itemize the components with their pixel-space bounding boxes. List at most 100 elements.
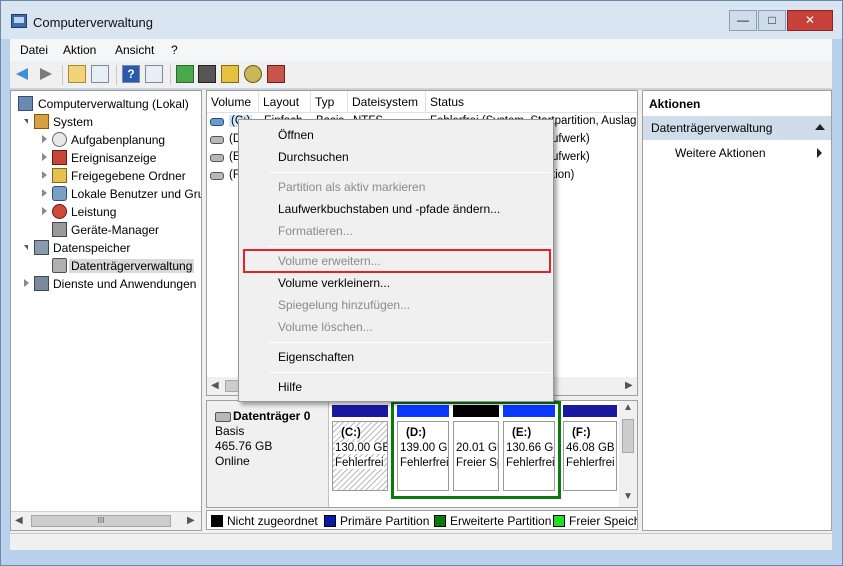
scrollbar-thumb[interactable]: III: [31, 515, 171, 527]
partition-c[interactable]: (C:) 130.00 GB Fehlerfrei: [332, 401, 388, 499]
tree-item-datentraegerverwaltung[interactable]: Datenträgerverwaltung: [42, 257, 201, 275]
menu-item-change-drive-letter[interactable]: Laufwerkbuchstaben und -pfade ändern...: [241, 198, 551, 220]
tree-item-system[interactable]: System: [24, 113, 201, 131]
actions-section-header[interactable]: Datenträgerverwaltung: [643, 116, 831, 140]
maximize-button[interactable]: □: [758, 10, 786, 31]
tree-item-ereignisanzeige[interactable]: Ereignisanzeige: [42, 149, 201, 167]
open-folder-icon[interactable]: [221, 65, 239, 83]
scroll-up-icon[interactable]: ▲: [623, 402, 633, 413]
column-status[interactable]: Status: [426, 91, 637, 113]
volume-status: ufwerk): [552, 151, 590, 163]
collapse-arrow-icon[interactable]: [24, 245, 28, 250]
column-dateisystem[interactable]: Dateisystem: [348, 91, 426, 113]
partition-free-space[interactable]: 20.01 GB Freier Speicher: [453, 401, 499, 499]
back-arrow-icon[interactable]: [14, 65, 32, 83]
volume-status: tion): [552, 169, 575, 181]
partition-e[interactable]: (E:) 130.66 GB Fehlerfrei: [503, 401, 555, 499]
tree-item-lokale-benutzer[interactable]: Lokale Benutzer und Gruppen: [42, 185, 201, 203]
partition-status: Fehlerfrei: [566, 457, 615, 469]
tree-item-dienste[interactable]: Dienste und Anwendungen: [24, 275, 201, 293]
partition-d[interactable]: (D:) 139.00 GB Fehlerfrei: [397, 401, 449, 499]
expand-arrow-icon[interactable]: [42, 153, 47, 161]
legend-swatch: [553, 515, 565, 527]
menu-ansicht[interactable]: Ansicht: [115, 43, 154, 57]
menu-item-oeffnen[interactable]: Öffnen: [241, 124, 551, 146]
menu-item-properties[interactable]: Eigenschaften: [241, 346, 551, 368]
toolbar-separator: [116, 65, 117, 85]
menu-separator: [269, 172, 551, 173]
partition-body: (D:) 139.00 GB Fehlerfrei: [397, 421, 449, 491]
menu-datei[interactable]: Datei: [20, 43, 48, 57]
collapse-up-icon[interactable]: [815, 124, 825, 130]
tree-item-geraete-manager[interactable]: Geräte-Manager: [42, 221, 201, 239]
tree-item-datenspeicher[interactable]: Datenspeicher: [24, 239, 201, 257]
refresh-icon[interactable]: [176, 65, 194, 83]
disk-info[interactable]: Datenträger 0 Basis 465.76 GB Online: [207, 401, 329, 507]
menu-help[interactable]: ?: [171, 43, 178, 57]
expand-arrow-icon[interactable]: [42, 207, 47, 215]
partition-body: (F:) 46.08 GB Fehlerfrei: [563, 421, 617, 491]
expand-arrow-icon[interactable]: [24, 279, 29, 287]
tree-item-root[interactable]: Computerverwaltung (Lokal): [16, 95, 201, 113]
forward-arrow-icon[interactable]: [36, 65, 54, 83]
scroll-right-icon[interactable]: ▶: [187, 515, 195, 526]
disk-vertical-scrollbar[interactable]: ▲ ▼: [619, 401, 637, 507]
column-layout[interactable]: Layout: [259, 91, 311, 113]
partition-size: 20.01 GB: [456, 442, 498, 454]
volume-icon: [210, 172, 224, 180]
tree-horizontal-scrollbar[interactable]: ◀ III ▶: [11, 511, 201, 530]
legend-label: Primäre Partition: [340, 514, 430, 528]
expand-arrow-icon[interactable]: [42, 171, 47, 179]
up-folder-icon[interactable]: [68, 65, 86, 83]
more-actions-link[interactable]: Weitere Aktionen: [675, 146, 766, 160]
tree-item-label: Freigegebene Ordner: [71, 169, 186, 183]
partition-status: Freier Speicher: [456, 457, 498, 469]
disk-name: Datenträger 0: [215, 409, 328, 424]
actions-title: Aktionen: [649, 97, 701, 111]
console-tree: Computerverwaltung (Lokal) System Aufgab…: [10, 90, 202, 531]
scroll-right-icon[interactable]: ▶: [625, 380, 633, 391]
collapse-arrow-icon[interactable]: [24, 119, 28, 124]
volume-status: ufwerk): [552, 133, 590, 145]
scroll-left-icon[interactable]: ◀: [15, 515, 23, 526]
system-volume-icon: [210, 118, 224, 126]
submenu-arrow-icon[interactable]: [817, 148, 822, 158]
properties-icon[interactable]: [198, 65, 216, 83]
partition-f[interactable]: (F:) 46.08 GB Fehlerfrei: [563, 401, 617, 499]
partition-bar: [453, 405, 499, 417]
tree-item-label: Dienste und Anwendungen: [53, 277, 197, 291]
expand-arrow-icon[interactable]: [42, 189, 47, 197]
console-tree-icon[interactable]: [91, 65, 109, 83]
expand-arrow-icon[interactable]: [42, 135, 47, 143]
partition-name: (F:): [572, 427, 591, 439]
close-button[interactable]: ✕: [787, 10, 833, 31]
column-volume[interactable]: Volume: [207, 91, 259, 113]
tree-item-aufgabenplanung[interactable]: Aufgabenplanung: [42, 131, 201, 149]
partition-status: Fehlerfrei: [506, 457, 555, 469]
menu-separator: [269, 342, 551, 343]
menu-item-durchsuchen[interactable]: Durchsuchen: [241, 146, 551, 168]
disk-state: Online: [215, 454, 250, 468]
partition-name: (C:): [341, 427, 361, 439]
partition-size: 46.08 GB: [566, 442, 615, 454]
menu-item-shrink-volume[interactable]: Volume verkleinern...: [241, 272, 551, 294]
tree-item-leistung[interactable]: Leistung: [42, 203, 201, 221]
tree-item-freigegebene-ordner[interactable]: Freigegebene Ordner: [42, 167, 201, 185]
action-pane-icon[interactable]: [145, 65, 163, 83]
scroll-down-icon[interactable]: ▼: [623, 491, 633, 502]
partition-status: Fehlerfrei: [400, 457, 449, 469]
help-icon[interactable]: ?: [122, 65, 140, 83]
search-icon[interactable]: [244, 65, 262, 83]
settings-icon[interactable]: [267, 65, 285, 83]
column-typ[interactable]: Typ: [311, 91, 348, 113]
menu-item-add-mirror: Spiegelung hinzufügen...: [278, 298, 411, 312]
tree-item-label: Aufgabenplanung: [71, 133, 166, 147]
menu-separator: [269, 372, 551, 373]
menu-aktion[interactable]: Aktion: [63, 43, 96, 57]
menu-item-help[interactable]: Hilfe: [241, 376, 551, 398]
minimize-button[interactable]: —: [729, 10, 757, 31]
scrollbar-thumb[interactable]: [622, 419, 634, 453]
users-icon: [52, 186, 67, 201]
scroll-left-icon[interactable]: ◀: [211, 380, 219, 391]
partition-bar: [503, 405, 555, 417]
